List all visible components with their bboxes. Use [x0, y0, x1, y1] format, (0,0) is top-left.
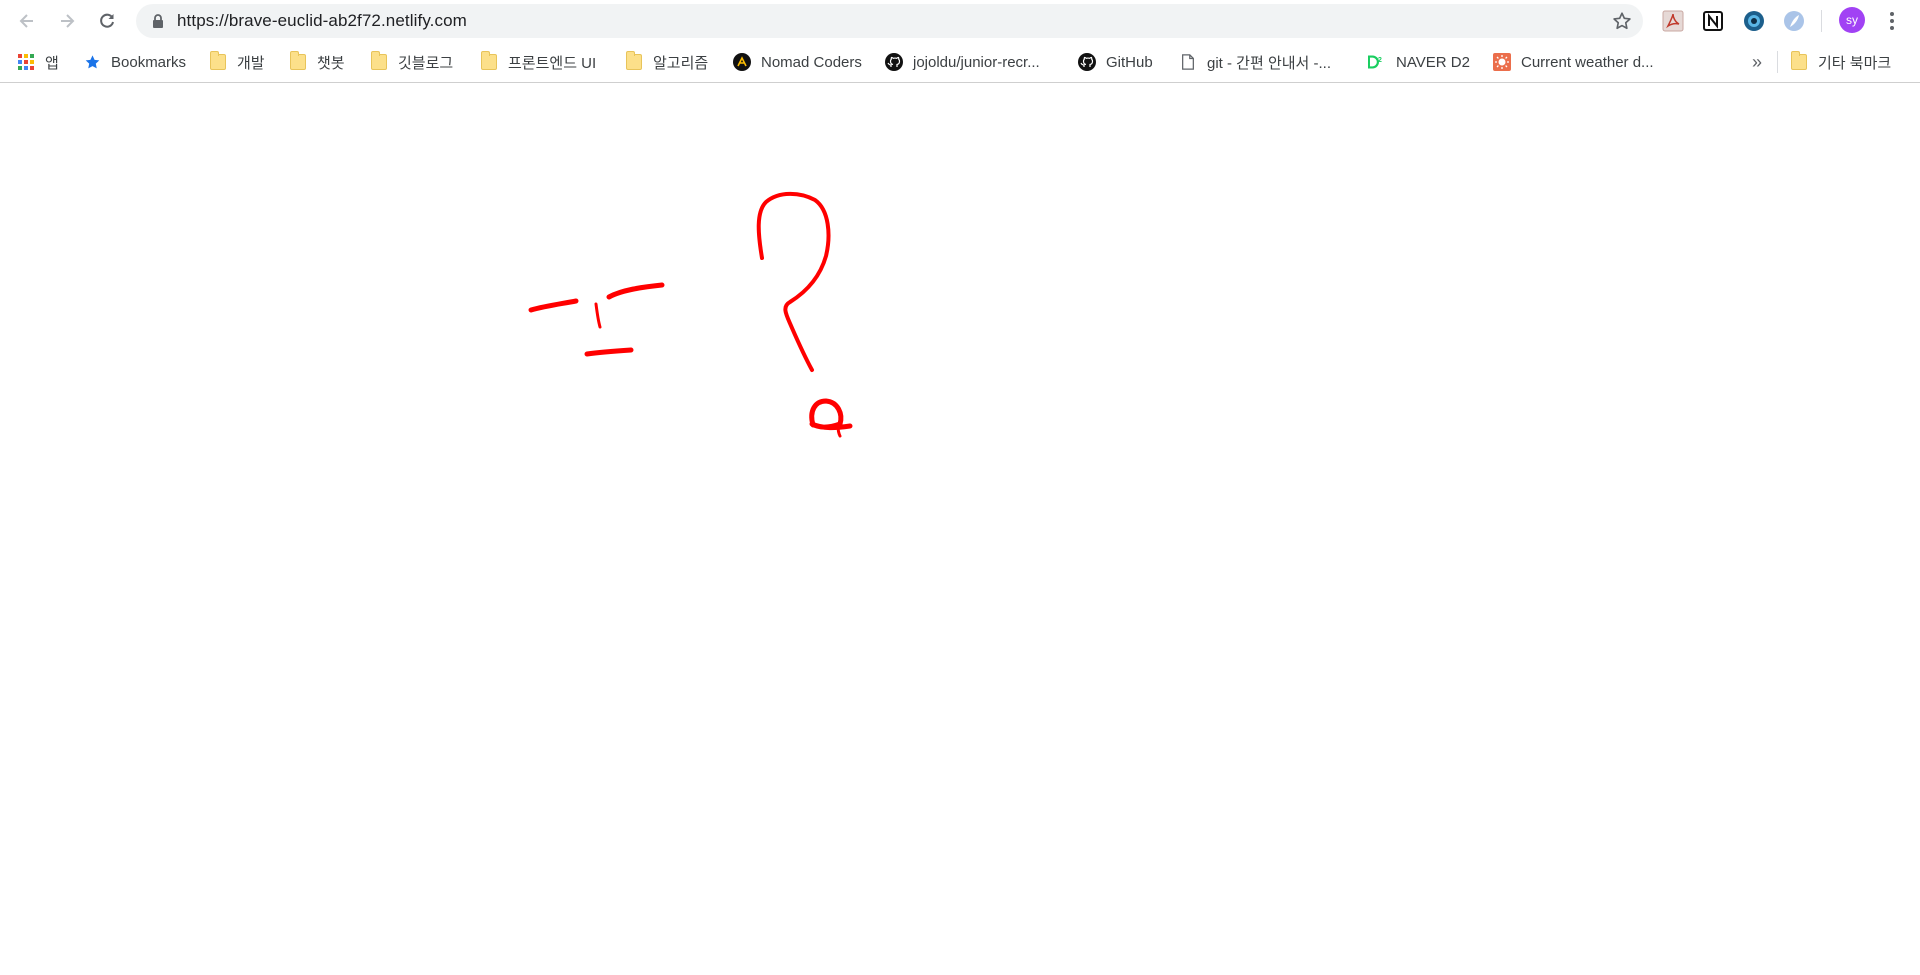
naver-d2-icon: 2 — [1368, 53, 1386, 71]
folder-icon — [209, 51, 227, 71]
bookmarks-divider — [1777, 51, 1778, 73]
bookmark-label: Current weather d... — [1521, 53, 1654, 71]
bookmark-label: git - 간편 안내서 -... — [1207, 54, 1332, 72]
lock-icon[interactable] — [150, 13, 166, 29]
folder-icon — [289, 51, 307, 71]
nomad-coders-icon — [733, 53, 751, 71]
reload-button[interactable] — [91, 5, 123, 37]
stroke-tick — [594, 302, 602, 329]
github-icon — [1078, 53, 1096, 71]
browser-toolbar: https://brave-euclid-ab2f72.netlify.com … — [0, 0, 1920, 42]
bookmark-folder-dev[interactable]: 개발 — [209, 50, 265, 74]
bookmark-label: NAVER D2 — [1396, 53, 1470, 71]
bookmark-git-guide[interactable]: git - 간편 안내서 -... — [1179, 50, 1331, 74]
star-icon — [83, 53, 101, 71]
bookmark-folder-algorithm[interactable]: 알고리즘 — [625, 50, 708, 74]
bookmark-label: 개발 — [237, 54, 265, 72]
stroke-dash-lower — [584, 347, 634, 357]
folder-icon — [625, 51, 643, 71]
stroke-question-dot — [809, 398, 853, 431]
bookmarks-bar: 앱 Bookmarks 개발 챗봇 깃블로그 프론트엔드 UI 알고리즘 Nom… — [0, 42, 1920, 83]
back-arrow-icon — [19, 14, 33, 28]
bookmark-junior-recruit[interactable]: jojoldu/junior-recr... — [885, 50, 1040, 74]
drawing-surface[interactable] — [0, 84, 1920, 975]
bookmark-label: 기타 북마크 — [1818, 54, 1892, 72]
bookmark-folder-frontend-ui[interactable]: 프론트엔드 UI — [480, 50, 596, 74]
stroke-dash-upper — [606, 282, 665, 300]
toolbar-divider — [1821, 10, 1822, 32]
kebab-menu-icon[interactable] — [1882, 8, 1902, 34]
stroke-dash-left — [528, 298, 579, 313]
bookmark-label: 챗봇 — [317, 54, 345, 72]
url-text[interactable]: https://brave-euclid-ab2f72.netlify.com — [177, 4, 467, 38]
notion-extension-icon[interactable] — [1701, 9, 1725, 33]
bookmark-bookmarks[interactable]: Bookmarks — [83, 50, 186, 74]
star-icon[interactable] — [1611, 10, 1633, 32]
drawing-canvas[interactable] — [0, 84, 1920, 975]
freehand-strokes — [528, 191, 853, 438]
bookmark-folder-gitblog[interactable]: 깃블로그 — [370, 50, 453, 74]
folder-icon — [370, 51, 388, 71]
bookmark-label: GitHub — [1106, 53, 1153, 71]
bookmark-other-bookmarks[interactable]: 기타 북마크 — [1790, 50, 1891, 74]
bookmark-apps[interactable]: 앱 — [17, 50, 59, 74]
bookmark-nomad-coders[interactable]: Nomad Coders — [733, 50, 862, 74]
profile-avatar[interactable]: sy — [1839, 7, 1865, 33]
bookmark-label: 알고리즘 — [653, 54, 709, 72]
apps-grid-icon — [17, 53, 35, 71]
forward-button[interactable] — [51, 5, 83, 37]
blue-circle-extension-icon[interactable] — [1742, 9, 1766, 33]
weather-icon — [1493, 53, 1511, 71]
github-icon — [885, 53, 903, 71]
bookmark-folder-chatbot[interactable]: 챗봇 — [289, 50, 345, 74]
page-icon — [1179, 53, 1197, 71]
stroke-question-curve — [756, 191, 831, 372]
bookmark-label: 프론트엔드 UI — [508, 54, 597, 72]
address-bar[interactable]: https://brave-euclid-ab2f72.netlify.com — [136, 4, 1643, 38]
bookmark-label: jojoldu/junior-recr... — [913, 53, 1040, 71]
bookmark-naver-d2[interactable]: 2 NAVER D2 — [1368, 50, 1470, 74]
back-button[interactable] — [11, 5, 43, 37]
bookmark-label: 깃블로그 — [398, 54, 454, 72]
reload-icon — [100, 13, 114, 28]
bookmarks-overflow-button[interactable]: » — [1752, 50, 1762, 74]
svg-text:2: 2 — [1378, 55, 1382, 64]
folder-icon — [480, 51, 498, 71]
bookmark-label: 앱 — [45, 54, 59, 72]
pdf-extension-icon[interactable] — [1661, 9, 1685, 33]
bookmark-label: Nomad Coders — [761, 53, 862, 71]
folder-icon — [1790, 51, 1808, 71]
bookmark-label: Bookmarks — [111, 53, 187, 71]
bookmark-github[interactable]: GitHub — [1078, 50, 1153, 74]
feather-extension-icon[interactable] — [1782, 9, 1806, 33]
bookmark-current-weather[interactable]: Current weather d... — [1493, 50, 1654, 74]
forward-arrow-icon — [61, 14, 75, 28]
